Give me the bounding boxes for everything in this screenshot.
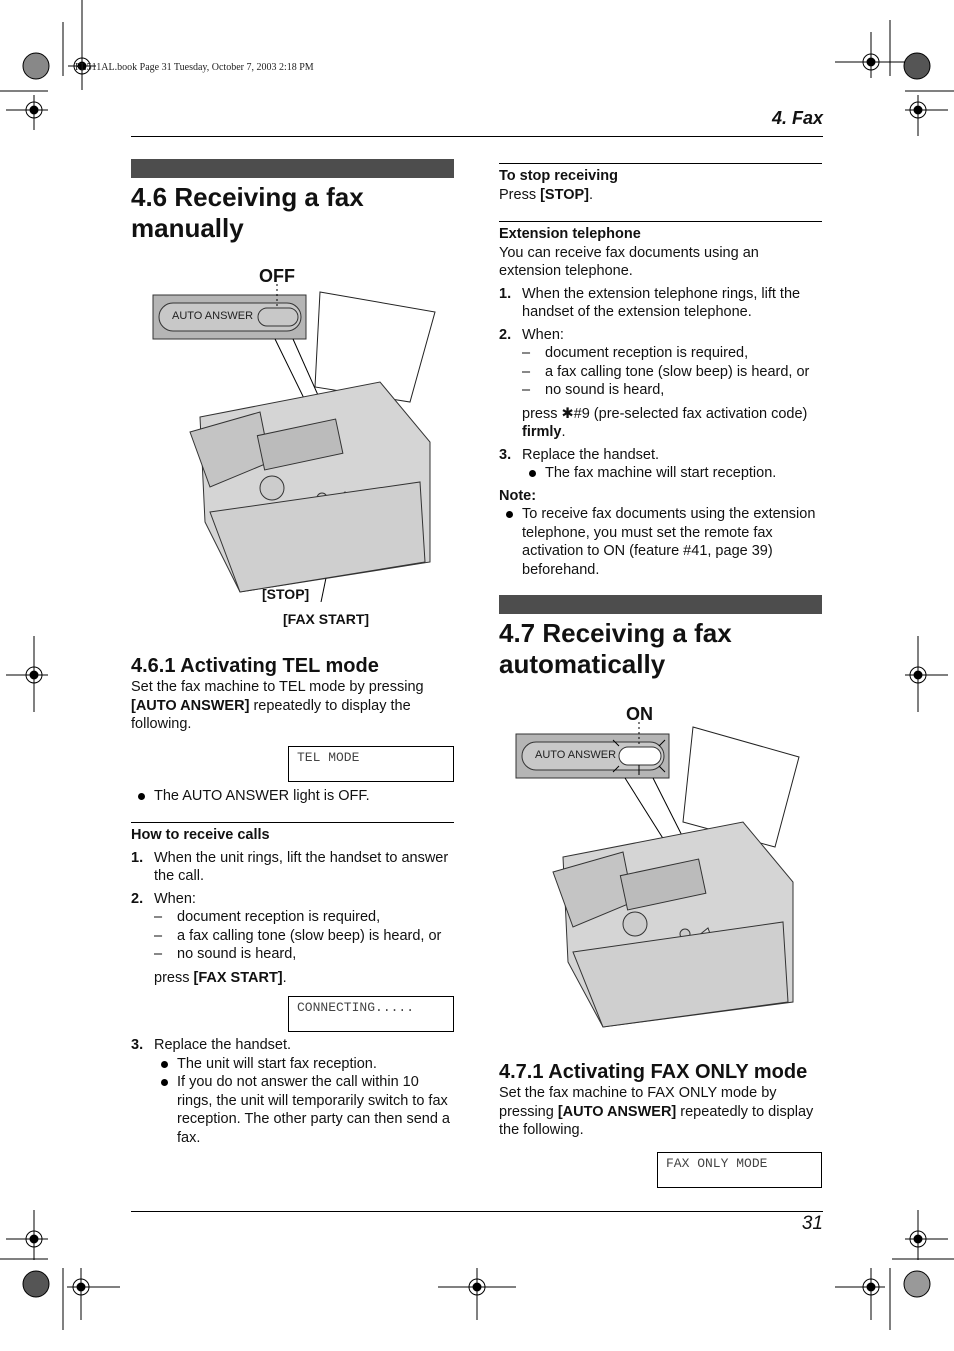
list-item: If you do not answer the call within 10 … bbox=[154, 1073, 454, 1147]
auto-answer-key: [AUTO ANSWER] bbox=[557, 1103, 677, 1120]
paragraph: Set the fax machine to FAX ONLY mode by … bbox=[499, 1085, 814, 1138]
fax-machine-illustration-off: OFF AUTO ANSWER [STOP] bbox=[150, 262, 450, 608]
fax-start-button-label: [FAX START] bbox=[283, 611, 370, 627]
paragraph: Press [STOP]. bbox=[499, 186, 593, 203]
stop-key: [STOP] bbox=[540, 186, 589, 203]
steps-list: 1. When the extension telephone rings, li… bbox=[499, 285, 822, 483]
chapter-title: 4. Fax bbox=[771, 108, 823, 128]
auto-answer-light-off bbox=[257, 307, 299, 327]
lcd-display: CONNECTING..... bbox=[288, 996, 454, 1032]
left-column: 4.6 Receiving a fax manually bbox=[131, 159, 454, 244]
crosshair-icon bbox=[905, 95, 948, 136]
bullet-list: The AUTO ANSWER light is OFF. bbox=[131, 787, 454, 806]
paragraph: You can receive fax documents using an e… bbox=[499, 244, 759, 280]
step-item: 3. Replace the handset. The unit will sta… bbox=[131, 1036, 454, 1147]
crosshair-icon bbox=[6, 1210, 48, 1260]
list-item: document reception is required, bbox=[522, 344, 822, 363]
crosshair-icon bbox=[835, 1268, 885, 1320]
bullet-list: The unit will start fax reception. If yo… bbox=[154, 1055, 454, 1148]
note-heading: Note: bbox=[499, 487, 537, 504]
paragraph: press [FAX START]. bbox=[154, 969, 287, 986]
crosshair-icon bbox=[835, 32, 905, 78]
list-item: The AUTO ANSWER light is OFF. bbox=[131, 787, 454, 806]
paragraph: Set the fax machine to TEL mode by press… bbox=[131, 679, 424, 732]
page-number: 31 bbox=[801, 1213, 823, 1234]
left-column-body: 4.6.1 Activating TEL mode Set the fax ma… bbox=[131, 654, 454, 1151]
on-indicator-label: ON bbox=[626, 704, 653, 724]
steps-list: 1. When the unit rings, lift the handset … bbox=[131, 849, 454, 1148]
header-rule bbox=[131, 136, 823, 137]
crosshair-icon bbox=[905, 636, 948, 712]
auto-answer-panel-label: AUTO ANSWER bbox=[172, 310, 254, 322]
section-bar bbox=[499, 595, 822, 614]
crosshair-icon bbox=[68, 0, 96, 90]
list-item: no sound is heard, bbox=[522, 381, 822, 400]
right-column-body: 4.7.1 Activating FAX ONLY mode Set the f… bbox=[499, 1060, 822, 1188]
list-item: no sound is heard, bbox=[154, 945, 454, 964]
footer-rule bbox=[131, 1211, 823, 1212]
color-target-icon bbox=[903, 1270, 931, 1298]
section-title: 4.7 Receiving a fax automatically bbox=[499, 618, 732, 679]
book-header: FL511AL.book Page 31 Tuesday, October 7,… bbox=[75, 62, 314, 73]
step-item: 2.When: document reception is required, … bbox=[131, 890, 454, 1032]
dash-list: document reception is required, a fax ca… bbox=[154, 908, 454, 964]
list-item: The fax machine will start reception. bbox=[522, 464, 822, 483]
list-item: a fax calling tone (slow beep) is heard,… bbox=[154, 927, 454, 946]
list-item: document reception is required, bbox=[154, 908, 454, 927]
step-item: 2.When: document reception is required, … bbox=[499, 326, 822, 442]
auto-answer-panel-label: AUTO ANSWER bbox=[535, 749, 617, 761]
lcd-display: FAX ONLY MODE bbox=[657, 1151, 822, 1188]
paragraph: press ✱#9 (pre-selected fax activation c… bbox=[522, 405, 808, 441]
section-4-7: 4.7 Receiving a fax automatically bbox=[499, 595, 822, 680]
subsection-title: 4.6.1 Activating TEL mode bbox=[131, 655, 379, 677]
list-item: To receive fax documents using the exten… bbox=[499, 505, 822, 579]
step-item: 1. When the extension telephone rings, li… bbox=[499, 285, 801, 321]
auto-answer-light-on bbox=[618, 746, 662, 766]
section-title: 4.6 Receiving a fax manually bbox=[131, 182, 364, 243]
off-indicator-label: OFF bbox=[259, 266, 295, 286]
list-item: The unit will start fax reception. bbox=[154, 1055, 454, 1074]
fax-start-key: [FAX START] bbox=[193, 969, 283, 986]
crosshair-icon bbox=[6, 95, 48, 130]
right-column: To stop receiving Press [STOP]. Extensio… bbox=[499, 163, 822, 579]
crosshair-icon bbox=[438, 1268, 516, 1320]
bullet-list: The fax machine will start reception. bbox=[522, 464, 822, 483]
auto-answer-key: [AUTO ANSWER] bbox=[131, 697, 250, 714]
stop-button-label: [STOP] bbox=[262, 586, 310, 602]
color-target-icon bbox=[903, 52, 931, 80]
crosshair-icon bbox=[905, 1210, 948, 1260]
dash-list: document reception is required, a fax ca… bbox=[522, 344, 822, 400]
sub-heading: How to receive calls bbox=[131, 822, 454, 845]
crosshair-icon bbox=[67, 1268, 120, 1320]
step-item: 1. When the unit rings, lift the handset … bbox=[131, 849, 449, 885]
crosshair-icon bbox=[6, 636, 48, 712]
fax-machine-illustration-on: ON AUTO ANSWER bbox=[513, 702, 813, 1032]
color-target-icon bbox=[22, 1270, 50, 1298]
color-target-icon bbox=[22, 52, 50, 80]
lcd-display: TEL MODE bbox=[288, 745, 454, 782]
step-item: 3. Replace the handset. The fax machine w… bbox=[499, 446, 822, 483]
subsection-title: 4.7.1 Activating FAX ONLY mode bbox=[499, 1061, 808, 1083]
note-list: To receive fax documents using the exten… bbox=[499, 505, 822, 579]
sub-heading: To stop receiving bbox=[499, 163, 822, 186]
section-bar bbox=[131, 159, 454, 178]
sub-heading: Extension telephone bbox=[499, 221, 822, 244]
list-item: a fax calling tone (slow beep) is heard,… bbox=[522, 363, 822, 382]
